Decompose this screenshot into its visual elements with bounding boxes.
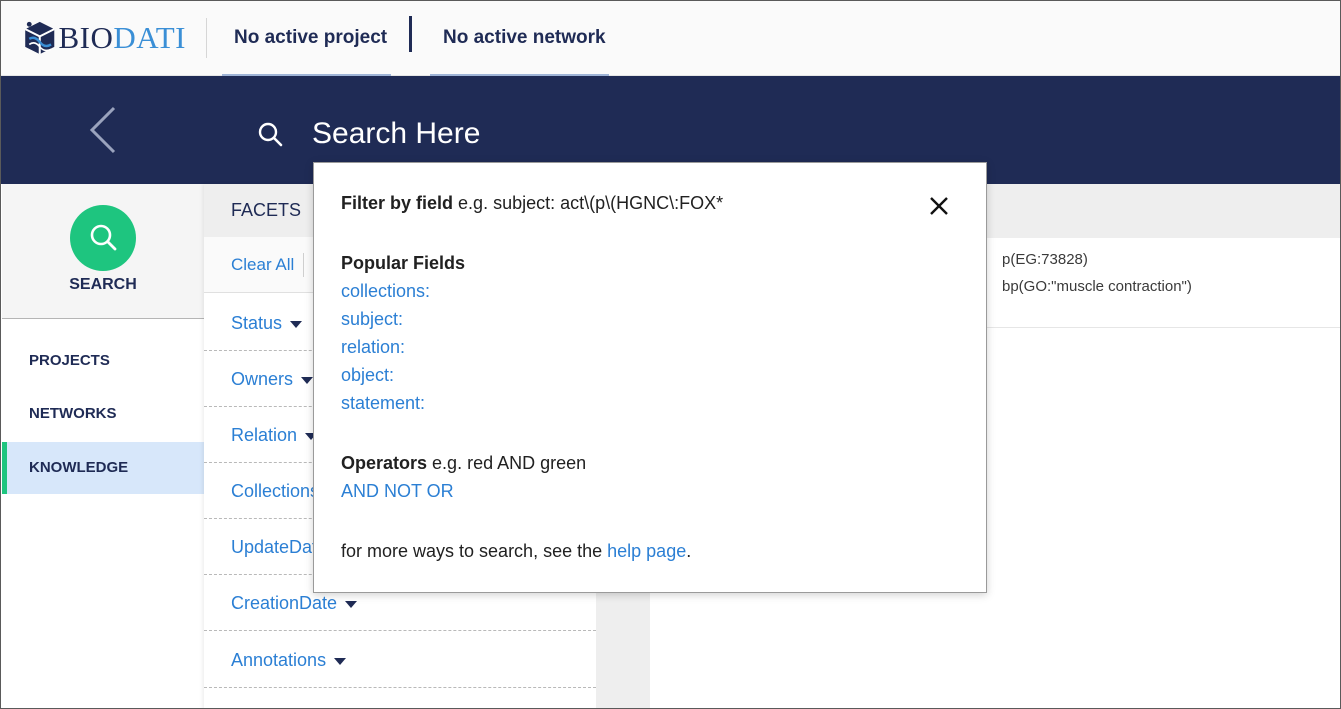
search-help-popover: Filter by field e.g. subject: act\(p\(HG… [313, 162, 987, 593]
facet-label: Collections [231, 481, 320, 501]
help-page-link[interactable]: help page [607, 541, 686, 561]
facet-label: Relation [231, 425, 298, 445]
top-bar: BIODATI No active project No active netw… [0, 0, 1341, 76]
help-footer: for more ways to search, see the help pa… [341, 539, 691, 563]
filter-example: e.g. subject: act\(p\(HGNC\:FOX* [458, 193, 724, 213]
search-nav-button[interactable] [70, 205, 136, 271]
search-icon [90, 224, 117, 251]
help-footer-text: for more ways to search, see the [341, 541, 603, 561]
biodati-cube-icon [24, 21, 55, 55]
search-input[interactable]: Search Here [312, 114, 480, 154]
field-link-object[interactable]: object: [341, 363, 394, 387]
popular-fields-heading: Popular Fields [341, 253, 466, 273]
left-nav: SEARCH PROJECTS NETWORKS KNOWLEDGE [2, 184, 204, 709]
search-nav-card: SEARCH [2, 184, 204, 319]
caret-down-icon [345, 600, 358, 608]
close-icon[interactable] [926, 193, 952, 219]
operators-label: Operators [341, 453, 428, 473]
operators-hint: Operators e.g. red AND green [341, 451, 586, 475]
result-object: bp(GO:"muscle contraction") [1002, 278, 1192, 295]
back-chevron-icon[interactable] [80, 104, 128, 156]
active-project-selector[interactable]: No active project [222, 24, 392, 54]
facet-label: Annotations [231, 650, 327, 670]
caret-down-icon [290, 320, 303, 328]
header-divider [206, 18, 207, 58]
search-nav-label: SEARCH [69, 276, 137, 293]
caret-down-icon [301, 376, 314, 384]
nav-item-networks[interactable]: NETWORKS [2, 388, 204, 440]
facet-annotations[interactable]: Annotations [204, 632, 596, 688]
result-subject: p(EG:73828) [1002, 251, 1088, 268]
field-link-statement[interactable]: statement: [341, 391, 425, 415]
operators-link[interactable]: AND NOT OR [341, 479, 454, 503]
logo-wordmark: BIODATI [58, 20, 186, 55]
search-icon [258, 122, 283, 147]
field-link-subject[interactable]: subject: [341, 307, 403, 331]
field-link-relation[interactable]: relation: [341, 335, 405, 359]
biodati-logo[interactable]: BIODATI [22, 12, 186, 64]
filter-by-field-hint: Filter by field e.g. subject: act\(p\(HG… [341, 191, 723, 215]
header-divider-bold [409, 16, 412, 52]
clear-all-button[interactable]: Clear All [231, 255, 294, 275]
caret-down-icon [334, 657, 347, 665]
facet-label: Owners [231, 369, 294, 389]
filter-label: Filter by field [341, 193, 454, 213]
active-network-selector[interactable]: No active network [430, 24, 610, 54]
help-footer-suffix: . [686, 541, 692, 561]
operators-example: e.g. red AND green [432, 453, 587, 473]
nav-item-projects[interactable]: PROJECTS [2, 335, 204, 387]
facet-label: Status [231, 313, 283, 333]
field-link-collections[interactable]: collections: [341, 279, 430, 303]
facet-label: CreationDate [231, 593, 338, 613]
toolbar-divider [303, 253, 304, 277]
nav-item-knowledge[interactable]: KNOWLEDGE [2, 442, 204, 494]
